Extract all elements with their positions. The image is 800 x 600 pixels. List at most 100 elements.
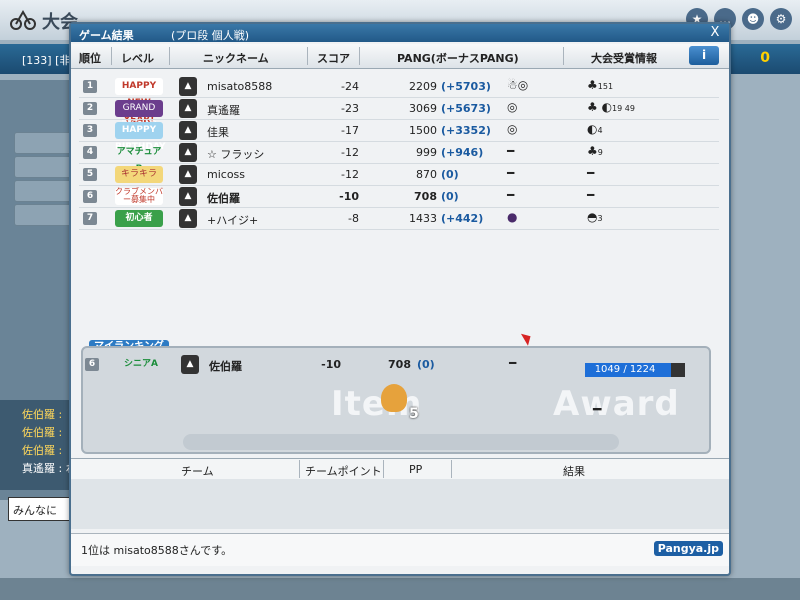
score: -10 [321, 358, 341, 371]
lobby-logo-icon [10, 8, 36, 30]
pang: 1500 [409, 124, 437, 137]
level-emblem: キラキラ [115, 166, 163, 183]
chat-input[interactable]: みんなに [8, 497, 72, 521]
bonus-pang: (0) [441, 190, 459, 203]
pang: 3069 [409, 102, 437, 115]
award-icon: ♣ ◐19 49 [587, 100, 635, 114]
award-count: 151 [597, 82, 614, 91]
bonus-pang: (+5703) [441, 80, 491, 93]
brand-text: Pangya.jp [653, 541, 723, 556]
award-symbol: ◓ [587, 210, 598, 224]
item-icon: ◎ [507, 122, 518, 136]
dialog-title: ゲーム結果 [79, 29, 134, 42]
table-row: 4 アマチュアB ▲ ☆ フラッシ -12 999 (+946) ━ ♣9 [79, 142, 719, 174]
nickname: ☆ フラッシ [207, 148, 265, 161]
room-text: [133] [非 [22, 54, 71, 67]
col-team-point: チームポイント [305, 465, 382, 478]
dialog-subtitle: (プロ段 個人戦) [171, 29, 250, 42]
award-label: Award [553, 384, 680, 424]
award-symbol: ━ [587, 188, 595, 202]
player-slot[interactable] [14, 132, 74, 154]
score: -12 [341, 168, 359, 181]
avatar: ▲ [179, 77, 197, 96]
bonus-pang: (0) [441, 168, 459, 181]
item-icon: ━ [507, 144, 515, 158]
col-pang: PANG(ボーナスPANG) [397, 52, 519, 65]
award-symbol: ♣ [587, 78, 598, 92]
divider [299, 460, 300, 478]
pangya-logo: Pangya.jp [615, 508, 725, 556]
player-slot[interactable] [14, 180, 74, 202]
level-emblem: クラブメンバー募集中 [115, 187, 163, 205]
pang-bag-icon [381, 384, 407, 412]
chat-line: 佐伯羅 : [22, 408, 63, 421]
pang: 870 [416, 168, 437, 181]
divider [563, 47, 564, 65]
level-emblem: 初心者 [115, 210, 163, 227]
dialog-header: ゲーム結果 (プロ段 個人戦) X [71, 24, 729, 42]
col-result: 結果 [563, 465, 585, 478]
avatar: ▲ [179, 209, 197, 228]
award-symbol: ♣ [587, 144, 598, 158]
item-icon: ◎ [507, 100, 518, 114]
nickname: 真遙羅 [207, 104, 240, 117]
chat-panel: 佐伯羅 : 佐伯羅 : 佐伯羅 : 真遙羅 : ね [0, 400, 77, 490]
item-icon: ━ [507, 188, 515, 202]
pang: 708 [388, 358, 411, 371]
col-nickname: ニックネーム [203, 52, 269, 65]
divider [383, 460, 384, 478]
table-row: 1 HAPPY NEW YEAR! ▲ misato8588 -24 2209 … [79, 76, 719, 125]
score: -8 [348, 212, 359, 225]
rank-badge: 1 [83, 80, 97, 93]
score: -24 [341, 80, 359, 93]
player-slot[interactable] [14, 156, 74, 178]
table-row: 2 GRAND ZODIAC ▲ 真遙羅 -23 3069 (+5673) ◎ … [79, 98, 719, 130]
scrollbar[interactable] [183, 434, 619, 450]
bonus-pang: (0) [417, 358, 435, 371]
award-symbol: ━ [587, 166, 595, 180]
result-column-headers: 順位 レベル ニックネーム スコア PANG(ボーナスPANG) 大会受賞情報 … [71, 44, 729, 69]
level-emblem: HAPPY NEW YEAR! [115, 78, 163, 125]
avatar: ▲ [179, 143, 197, 162]
bonus-pang: (+442) [441, 212, 484, 225]
divider [111, 47, 112, 65]
divider [169, 47, 170, 65]
my-ranking-row: 6 シニアA ▲ 佐伯羅 -10 708 (0) ━ 1049 / 1224 [83, 354, 709, 377]
rank-badge: 6 [85, 358, 99, 371]
avatar: ▲ [179, 187, 197, 206]
level-emblem: HAPPY BIRTHDAY [115, 122, 166, 152]
table-row: 6 クラブメンバー募集中 ▲ 佐伯羅 -10 708 (0) ━ ━ [79, 186, 719, 208]
award-icon: ♣9 [587, 144, 603, 158]
bonus-pang: (+5673) [441, 102, 491, 115]
bottom-bar [0, 578, 800, 600]
rank-badge: 6 [83, 190, 97, 203]
award-count: 4 [597, 126, 603, 135]
avatar: ▲ [179, 99, 197, 118]
table-row: 7 初心者 ▲ +ハイジ+ -8 1433 (+442) ● ◓3 [79, 208, 719, 230]
my-ranking-panel: 6 シニアA ▲ 佐伯羅 -10 708 (0) ━ 1049 / 1224 I… [81, 346, 711, 454]
level-emblem: アマチュアB [116, 147, 162, 174]
pang: 708 [414, 190, 437, 203]
award-icon: ━ [587, 188, 594, 202]
divider [359, 47, 360, 65]
score: -12 [341, 146, 359, 159]
close-button[interactable]: X [707, 25, 723, 41]
score: -17 [341, 124, 359, 137]
avatar: ▲ [181, 355, 199, 374]
bonus-pang: (+3352) [441, 124, 491, 137]
award-count: 19 49 [612, 104, 635, 113]
user-icon[interactable]: ☻ [742, 8, 764, 30]
gear-icon[interactable]: ⚙ [770, 8, 792, 30]
col-rank: 順位 [79, 52, 101, 65]
level-emblem: GRAND ZODIAC [115, 100, 163, 130]
info-button[interactable]: i [689, 46, 719, 65]
player-slot[interactable] [14, 204, 74, 226]
award-icon: ♣151 [587, 78, 613, 92]
room-score: 0 [760, 50, 770, 66]
col-level: レベル [121, 52, 154, 65]
nickname: 佐伯羅 [207, 192, 240, 205]
rank-badge: 3 [83, 124, 97, 137]
award-symbol: ◐ [587, 122, 598, 136]
pang: 999 [416, 146, 437, 159]
exp-bar: 1049 / 1224 [585, 363, 685, 377]
